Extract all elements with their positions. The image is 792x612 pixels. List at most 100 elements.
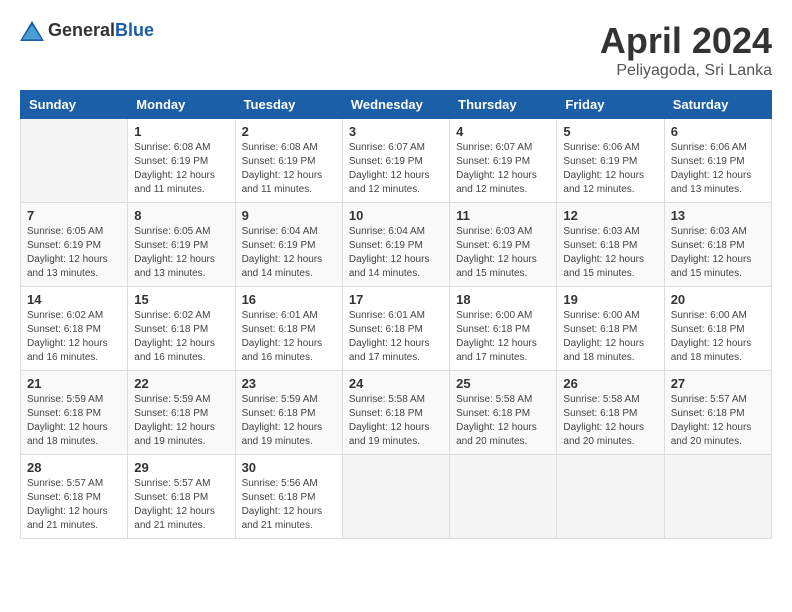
day-info: Sunrise: 6:08 AMSunset: 6:19 PMDaylight:… — [134, 141, 228, 197]
calendar-cell: 2Sunrise: 6:08 AMSunset: 6:19 PMDaylight… — [235, 119, 342, 203]
calendar-week-0: 1Sunrise: 6:08 AMSunset: 6:19 PMDaylight… — [21, 119, 772, 203]
calendar-cell: 12Sunrise: 6:03 AMSunset: 6:18 PMDayligh… — [557, 203, 664, 287]
calendar-cell: 25 Sunrise: 5:58 AMSunset: 6:18 PMDayligh… — [450, 371, 557, 455]
day-number: 22 — [134, 376, 228, 391]
header: GeneralBlue April 2024 Peliyagoda, Sri L… — [20, 20, 772, 80]
day-info: Sunrise: 5:57 AMSunset: 6:18 PMDaylight:… — [134, 477, 228, 533]
weekday-header-sunday: Sunday — [21, 91, 128, 119]
calendar-table: SundayMondayTuesdayWednesdayThursdayFrid… — [20, 90, 772, 539]
calendar-cell: 18 Sunrise: 6:00 AMSunset: 6:18 PMDayligh… — [450, 287, 557, 371]
calendar-cell: 27 Sunrise: 5:57 AMSunset: 6:18 PMDayligh… — [664, 371, 771, 455]
calendar-cell: 20 Sunrise: 6:00 AMSunset: 6:18 PMDayligh… — [664, 287, 771, 371]
calendar-cell — [450, 455, 557, 539]
day-number: 25 — [456, 376, 550, 391]
calendar-cell: 3 Sunrise: 6:07 AMSunset: 6:19 PMDaylight… — [342, 119, 449, 203]
day-number: 20 — [671, 292, 765, 307]
day-number: 29 — [134, 460, 228, 475]
day-info: Sunrise: 6:05 AMSunset: 6:19 PMDaylight:… — [134, 225, 228, 281]
day-number: 7 — [27, 208, 121, 223]
day-number: 4 — [456, 124, 550, 139]
calendar-header: SundayMondayTuesdayWednesdayThursdayFrid… — [21, 91, 772, 119]
calendar-cell: 16Sunrise: 6:01 AMSunset: 6:18 PMDayligh… — [235, 287, 342, 371]
day-info: Sunrise: 6:06 AMSunset: 6:19 PMDaylight:… — [563, 141, 657, 197]
month-title: April 2024 — [600, 20, 772, 62]
day-number: 19 — [563, 292, 657, 307]
calendar-cell: 1Sunrise: 6:08 AMSunset: 6:19 PMDaylight… — [128, 119, 235, 203]
day-number: 6 — [671, 124, 765, 139]
calendar-cell: 23 Sunrise: 5:59 AMSunset: 6:18 PMDayligh… — [235, 371, 342, 455]
day-number: 9 — [242, 208, 336, 223]
day-number: 3 — [349, 124, 443, 139]
day-info: Sunrise: 6:01 AMSunset: 6:18 PMDaylight:… — [242, 309, 336, 365]
calendar-cell — [21, 119, 128, 203]
day-info: Sunrise: 5:58 AMSunset: 6:18 PMDaylight:… — [349, 393, 443, 449]
day-info: Sunrise: 6:01 AMSunset: 6:18 PMDaylight:… — [349, 309, 443, 365]
day-info: Sunrise: 5:57 AMSunset: 6:18 PMDaylight:… — [671, 393, 765, 449]
day-number: 27 — [671, 376, 765, 391]
weekday-header-wednesday: Wednesday — [342, 91, 449, 119]
day-info: Sunrise: 6:00 AMSunset: 6:18 PMDaylight:… — [563, 309, 657, 365]
calendar-body: 1Sunrise: 6:08 AMSunset: 6:19 PMDaylight… — [21, 119, 772, 539]
day-info: Sunrise: 6:03 AMSunset: 6:18 PMDaylight:… — [671, 225, 765, 281]
calendar-cell: 30Sunrise: 5:56 AMSunset: 6:18 PMDayligh… — [235, 455, 342, 539]
day-info: Sunrise: 6:07 AMSunset: 6:19 PMDaylight:… — [456, 141, 550, 197]
day-number: 10 — [349, 208, 443, 223]
day-number: 24 — [349, 376, 443, 391]
calendar-cell: 28Sunrise: 5:57 AMSunset: 6:18 PMDayligh… — [21, 455, 128, 539]
day-info: Sunrise: 6:07 AMSunset: 6:19 PMDaylight:… — [349, 141, 443, 197]
day-number: 13 — [671, 208, 765, 223]
calendar-week-3: 21 Sunrise: 5:59 AMSunset: 6:18 PMDayligh… — [21, 371, 772, 455]
day-number: 8 — [134, 208, 228, 223]
logo-blue: Blue — [115, 20, 154, 40]
calendar-cell: 19 Sunrise: 6:00 AMSunset: 6:18 PMDayligh… — [557, 287, 664, 371]
day-info: Sunrise: 5:56 AMSunset: 6:18 PMDaylight:… — [242, 477, 336, 533]
location-title: Peliyagoda, Sri Lanka — [600, 62, 772, 80]
day-number: 14 — [27, 292, 121, 307]
calendar-cell: 11 Sunrise: 6:03 AMSunset: 6:19 PMDayligh… — [450, 203, 557, 287]
day-info: Sunrise: 6:00 AMSunset: 6:18 PMDaylight:… — [671, 309, 765, 365]
calendar-cell: 13 Sunrise: 6:03 AMSunset: 6:18 PMDayligh… — [664, 203, 771, 287]
day-info: Sunrise: 5:59 AMSunset: 6:18 PMDaylight:… — [134, 393, 228, 449]
day-info: Sunrise: 5:59 AMSunset: 6:18 PMDaylight:… — [242, 393, 336, 449]
day-number: 26 — [563, 376, 657, 391]
day-number: 18 — [456, 292, 550, 307]
calendar-cell: 26Sunrise: 5:58 AMSunset: 6:18 PMDayligh… — [557, 371, 664, 455]
day-info: Sunrise: 6:02 AMSunset: 6:18 PMDaylight:… — [134, 309, 228, 365]
calendar-week-2: 14 Sunrise: 6:02 AMSunset: 6:18 PMDayligh… — [21, 287, 772, 371]
day-info: Sunrise: 6:03 AMSunset: 6:19 PMDaylight:… — [456, 225, 550, 281]
calendar-cell: 8 Sunrise: 6:05 AMSunset: 6:19 PMDaylight… — [128, 203, 235, 287]
day-number: 2 — [242, 124, 336, 139]
logo-icon — [20, 21, 44, 41]
calendar-cell: 14 Sunrise: 6:02 AMSunset: 6:18 PMDayligh… — [21, 287, 128, 371]
calendar-cell: 4 Sunrise: 6:07 AMSunset: 6:19 PMDaylight… — [450, 119, 557, 203]
day-info: Sunrise: 6:05 AMSunset: 6:19 PMDaylight:… — [27, 225, 121, 281]
calendar-cell — [557, 455, 664, 539]
calendar-cell: 21Sunrise: 5:59 AMSunset: 6:18 PMDayligh… — [21, 371, 128, 455]
logo: GeneralBlue — [20, 20, 154, 41]
weekday-header-row: SundayMondayTuesdayWednesdayThursdayFrid… — [21, 91, 772, 119]
calendar-cell: 24 Sunrise: 5:58 AMSunset: 6:18 PMDayligh… — [342, 371, 449, 455]
calendar-week-1: 7 Sunrise: 6:05 AMSunset: 6:19 PMDaylight… — [21, 203, 772, 287]
calendar-cell: 15Sunrise: 6:02 AMSunset: 6:18 PMDayligh… — [128, 287, 235, 371]
day-number: 28 — [27, 460, 121, 475]
calendar-cell: 6Sunrise: 6:06 AMSunset: 6:19 PMDaylight… — [664, 119, 771, 203]
calendar-cell: 5 Sunrise: 6:06 AMSunset: 6:19 PMDaylight… — [557, 119, 664, 203]
day-info: Sunrise: 6:04 AMSunset: 6:19 PMDaylight:… — [349, 225, 443, 281]
day-number: 17 — [349, 292, 443, 307]
calendar-cell: 10 Sunrise: 6:04 AMSunset: 6:19 PMDayligh… — [342, 203, 449, 287]
day-number: 21 — [27, 376, 121, 391]
logo-general: General — [48, 20, 115, 40]
day-info: Sunrise: 5:58 AMSunset: 6:18 PMDaylight:… — [456, 393, 550, 449]
day-info: Sunrise: 6:00 AMSunset: 6:18 PMDaylight:… — [456, 309, 550, 365]
day-number: 5 — [563, 124, 657, 139]
day-info: Sunrise: 6:02 AMSunset: 6:18 PMDaylight:… — [27, 309, 121, 365]
weekday-header-friday: Friday — [557, 91, 664, 119]
calendar-cell: 17 Sunrise: 6:01 AMSunset: 6:18 PMDayligh… — [342, 287, 449, 371]
day-number: 11 — [456, 208, 550, 223]
calendar-week-4: 28 Sunrise: 5:57 AMSunset: 6:18 PMDayligh… — [21, 455, 772, 539]
title-area: April 2024 Peliyagoda, Sri Lanka — [600, 20, 772, 80]
weekday-header-thursday: Thursday — [450, 91, 557, 119]
calendar-cell — [342, 455, 449, 539]
calendar-cell: 29 Sunrise: 5:57 AMSunset: 6:18 PMDayligh… — [128, 455, 235, 539]
day-number: 23 — [242, 376, 336, 391]
